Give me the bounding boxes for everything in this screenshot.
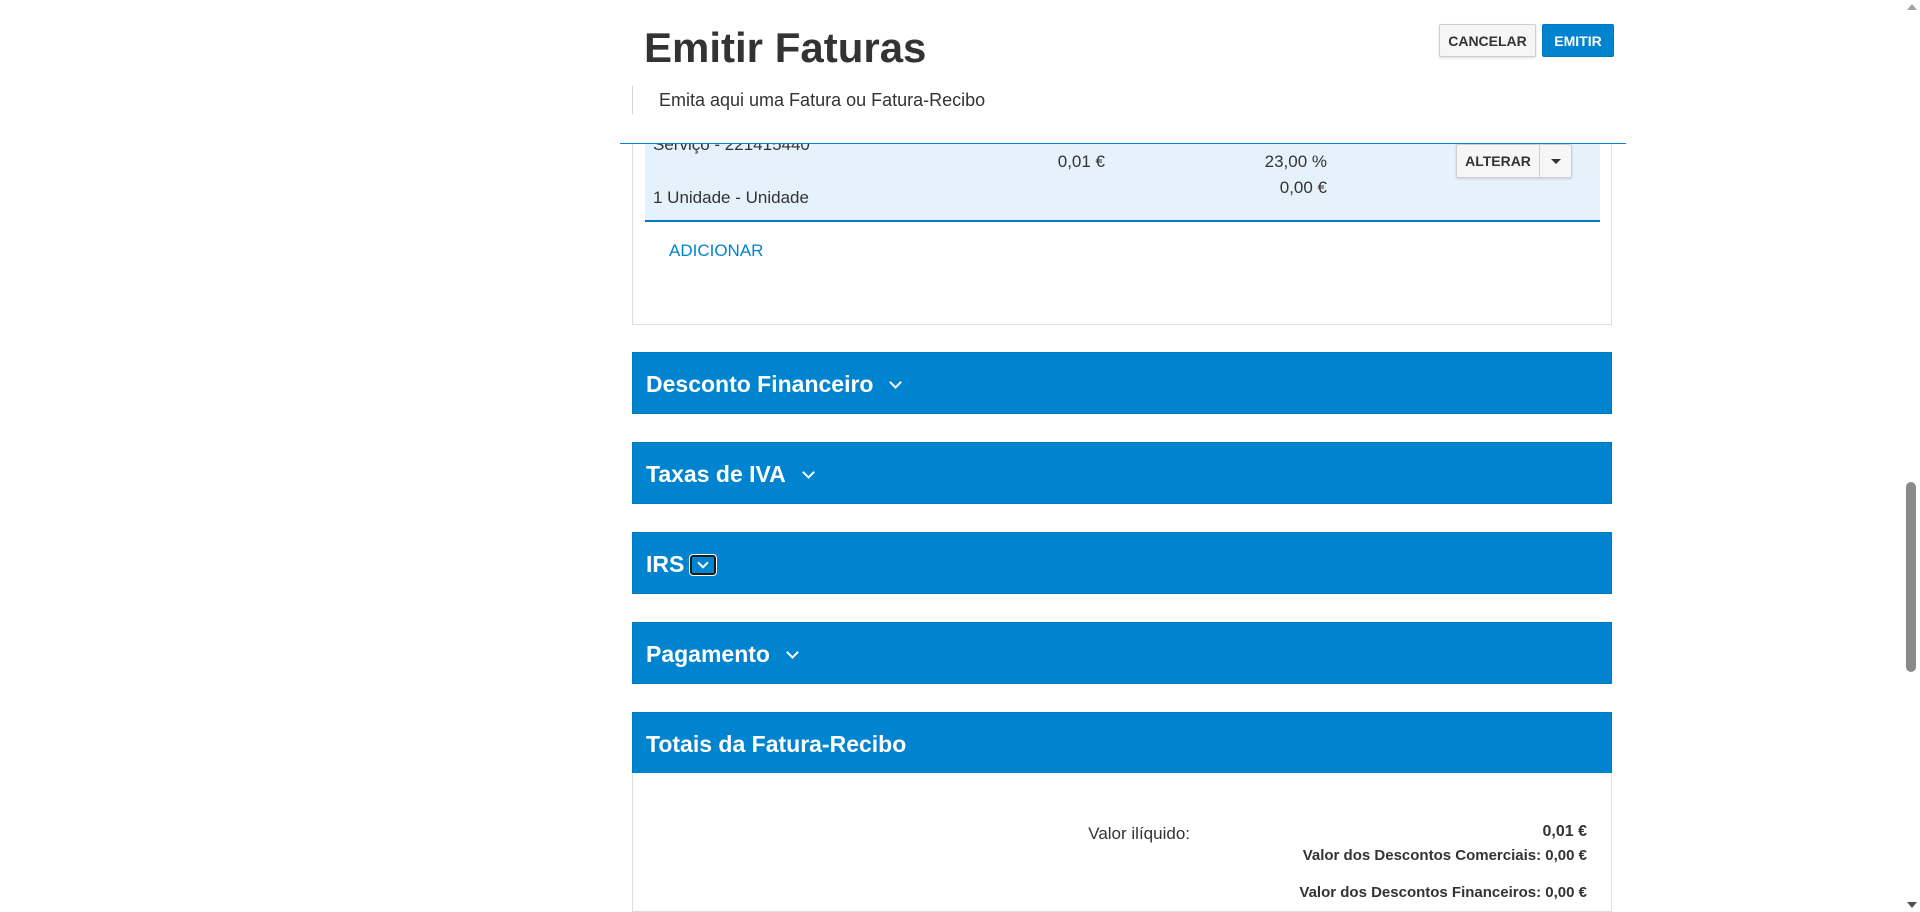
item-vat-rate: 23,00 %	[1264, 152, 1327, 171]
scroll-up-arrow-icon[interactable]	[1907, 4, 1917, 10]
section-title: Pagamento	[646, 641, 770, 667]
item-unit-price: 0,01 €	[1057, 152, 1105, 171]
section-title: Taxas de IVA	[646, 461, 786, 487]
section-title: Totais da Fatura-Recibo	[646, 731, 907, 757]
section-irs[interactable]: IRS	[632, 532, 1612, 594]
section-header: Totais da Fatura-Recibo	[646, 713, 906, 775]
chevron-down-icon[interactable]	[786, 645, 799, 659]
section-financial-discount[interactable]: Desconto Financeiro	[632, 352, 1612, 414]
alter-dropdown-toggle[interactable]	[1540, 145, 1571, 177]
caret-down-icon	[1550, 158, 1561, 164]
section-header: Desconto Financeiro	[646, 353, 903, 415]
vertical-scrollbar[interactable]	[1903, 0, 1920, 912]
section-header: Pagamento	[646, 623, 799, 685]
page-title: Emitir Faturas	[644, 24, 927, 71]
section-payment[interactable]: Pagamento	[632, 622, 1612, 684]
scrollbar-thumb[interactable]	[1906, 482, 1916, 672]
section-totals: Totais da Fatura-Recibo	[632, 712, 1612, 774]
section-header: IRS	[646, 533, 718, 595]
section-title: IRS	[646, 551, 685, 577]
chevron-down-icon[interactable]	[801, 465, 815, 479]
item-quantity: 1 Unidade - Unidade	[653, 188, 809, 207]
section-vat-rates[interactable]: Taxas de IVA	[632, 442, 1612, 504]
add-item-link[interactable]: ADICIONAR	[669, 240, 763, 262]
page-subtitle: Emita aqui uma Fatura ou Fatura-Recibo	[632, 86, 985, 114]
financial-discounts-total: Valor dos Descontos Financeiros: 0,00 €	[1299, 884, 1587, 901]
alter-button-group: ALTERAR	[1456, 144, 1572, 178]
invoice-page: Emitir Faturas CANCELAR EMITIR Emita aqu…	[0, 0, 1920, 912]
item-name: Serviço - 221415440	[653, 144, 810, 154]
alter-button[interactable]: ALTERAR	[1457, 145, 1540, 177]
commercial-discounts-total: Valor dos Descontos Comerciais: 0,00 €	[1302, 847, 1587, 864]
table-row[interactable]: Serviço - 221415440 1 Unidade - Unidade …	[645, 144, 1600, 222]
net-value: 0,01 €	[1542, 823, 1587, 840]
scroll-down-arrow-icon[interactable]	[1907, 902, 1917, 908]
item-vat-value: 0,00 €	[1279, 178, 1327, 197]
chevron-glyph	[697, 557, 710, 569]
chevron-down-icon[interactable]	[689, 554, 718, 576]
section-header: Taxas de IVA	[646, 443, 815, 505]
section-title: Desconto Financeiro	[646, 371, 874, 397]
net-value-label: Valor ilíquido:	[1088, 824, 1190, 843]
chevron-down-icon[interactable]	[889, 375, 903, 389]
cancel-button[interactable]: CANCELAR	[1439, 24, 1536, 57]
emit-button[interactable]: EMITIR	[1542, 24, 1614, 57]
